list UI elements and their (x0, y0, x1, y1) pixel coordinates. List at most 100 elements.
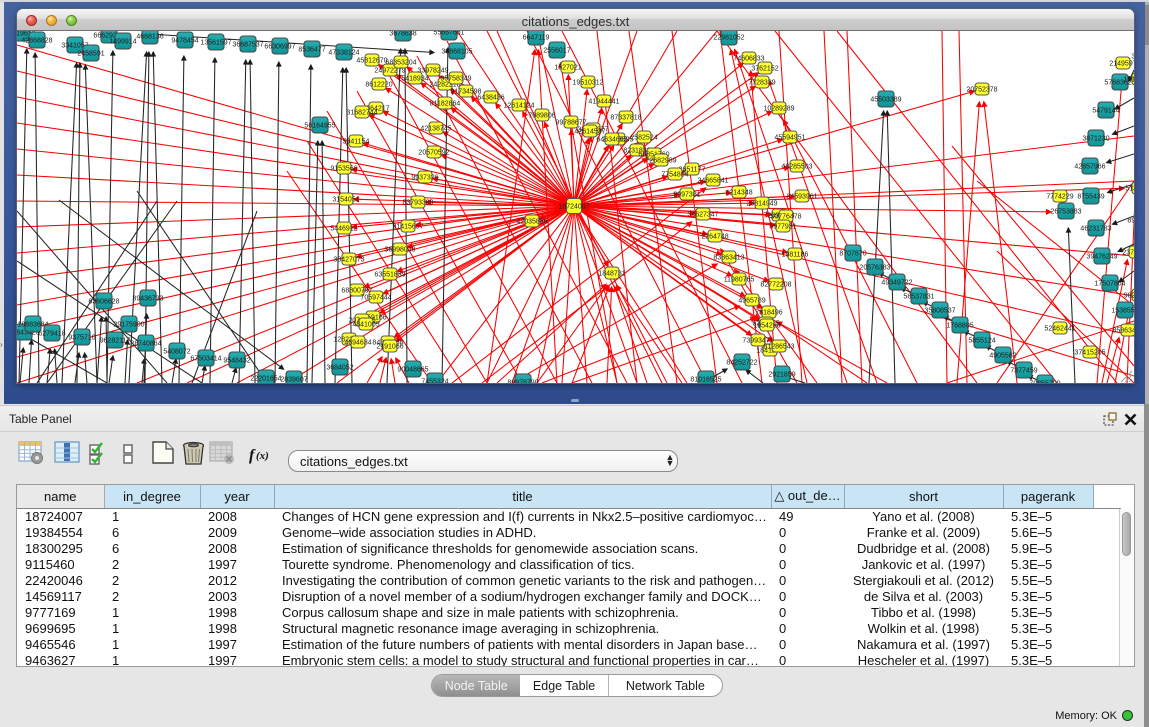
svg-text:35808537: 35808537 (924, 308, 955, 315)
svg-text:13561597: 13561597 (200, 40, 231, 47)
svg-text:2458591: 2458591 (77, 51, 104, 58)
svg-text:28814949: 28814949 (746, 201, 777, 208)
svg-text:24972279: 24972279 (374, 68, 405, 75)
svg-text:45594951: 45594951 (774, 135, 805, 142)
svg-text:10289289: 10289289 (763, 106, 794, 113)
svg-text:82772208: 82772208 (760, 282, 791, 289)
svg-text:68800797: 68800797 (341, 288, 372, 295)
svg-text:56164955: 56164955 (304, 123, 335, 130)
svg-text:5408072: 5408072 (163, 349, 190, 356)
svg-text:19121552: 19121552 (1123, 77, 1134, 84)
svg-text:41944441: 41944441 (588, 99, 619, 106)
svg-text:4841005: 4841005 (352, 322, 379, 329)
svg-text:4965789: 4965789 (738, 298, 765, 305)
svg-text:83863413: 83863413 (713, 255, 744, 262)
svg-text:9153566: 9153566 (330, 166, 357, 173)
svg-text:4214348: 4214348 (725, 190, 752, 197)
svg-text:31831063: 31831063 (1131, 54, 1134, 61)
svg-text:5977931: 5977931 (769, 224, 796, 231)
svg-text:49349722: 49349722 (881, 280, 912, 287)
svg-text:33978249: 33978249 (417, 68, 448, 75)
svg-text:3154051: 3154051 (332, 197, 359, 204)
svg-text:22201654: 22201654 (250, 376, 281, 383)
svg-text:70855700: 70855700 (1029, 381, 1060, 384)
svg-text:7774229: 7774229 (1046, 194, 1073, 201)
svg-text:42857966: 42857966 (1074, 164, 1105, 171)
svg-text:30776478: 30776478 (770, 214, 801, 221)
svg-text:42138745: 42138745 (420, 126, 451, 133)
svg-text:20576383: 20576383 (859, 265, 890, 272)
svg-text:42035886: 42035886 (516, 219, 547, 226)
svg-text:30868105: 30868105 (441, 49, 472, 56)
svg-text:34627347: 34627347 (687, 212, 718, 219)
svg-text:84593961: 84593961 (786, 194, 817, 201)
svg-text:20570592: 20570592 (418, 150, 449, 157)
svg-text:6647119: 6647119 (523, 35, 550, 42)
svg-text:55667651: 55667651 (433, 31, 464, 37)
svg-text:2582524: 2582524 (630, 135, 657, 142)
svg-text:17507864: 17507864 (1094, 281, 1125, 288)
svg-text:18724007: 18724007 (558, 204, 589, 211)
svg-text:84252722: 84252722 (726, 360, 757, 367)
svg-text:67503414: 67503414 (190, 356, 221, 363)
svg-text:24665841: 24665841 (697, 178, 728, 185)
svg-text:7728339: 7728339 (748, 80, 775, 87)
svg-text:1981186: 1981186 (782, 252, 809, 259)
svg-text:5446912: 5446912 (330, 226, 357, 233)
svg-text:38427073: 38427073 (333, 257, 364, 264)
svg-text:45503389: 45503389 (870, 97, 901, 104)
svg-text:1527021: 1527021 (554, 65, 581, 72)
svg-text:7089806: 7089806 (528, 113, 555, 120)
svg-text:81016525: 81016525 (690, 377, 721, 384)
svg-text:1499914: 1499914 (109, 39, 136, 46)
svg-text:74606833: 74606833 (733, 56, 764, 63)
svg-text:2375453: 2375453 (1122, 250, 1134, 257)
svg-text:2264748: 2264748 (701, 234, 728, 241)
svg-text:91415657: 91415657 (392, 224, 423, 231)
svg-text:9548432: 9548432 (223, 358, 250, 365)
svg-text:81286543: 81286543 (763, 344, 794, 351)
svg-text:9375710: 9375710 (68, 335, 95, 342)
svg-text:8536477: 8536477 (298, 47, 325, 54)
svg-text:63551839: 63551839 (374, 272, 405, 279)
svg-text:5418934: 5418934 (401, 76, 428, 83)
svg-text:11980765: 11980765 (724, 277, 755, 284)
svg-text:89978790: 89978790 (507, 380, 538, 384)
svg-text:5479144: 5479144 (1092, 108, 1119, 115)
svg-text:46231783: 46231783 (1080, 226, 1111, 233)
svg-text:36687537: 36687537 (232, 42, 263, 49)
svg-text:89795010: 89795010 (1127, 218, 1134, 225)
svg-text:63606628: 63606628 (88, 299, 119, 306)
svg-text:96282117: 96282117 (100, 338, 131, 345)
svg-text:3871230: 3871230 (1082, 136, 1109, 143)
svg-text:f: f (249, 447, 256, 464)
svg-text:83793389: 83793389 (402, 200, 433, 207)
svg-text:1538552: 1538552 (1111, 308, 1134, 315)
svg-text:9937326: 9937326 (411, 175, 438, 182)
svg-text:8612220: 8612220 (365, 82, 392, 89)
svg-text:42614537: 42614537 (574, 129, 605, 136)
svg-text:7818496: 7818496 (755, 310, 782, 317)
svg-text:4694634: 4694634 (344, 340, 371, 347)
svg-text:3678638: 3678638 (389, 31, 416, 38)
svg-text:3684052: 3684052 (326, 365, 353, 372)
svg-text:31682744: 31682744 (346, 110, 377, 117)
svg-text:1768805: 1768805 (946, 323, 973, 330)
svg-text:39476249: 39476249 (1086, 254, 1117, 261)
svg-text:2556017: 2556017 (543, 48, 570, 55)
svg-text:3762152: 3762152 (751, 66, 778, 73)
svg-text:87337818: 87337818 (610, 115, 641, 122)
svg-text:81182864: 81182864 (430, 101, 461, 108)
svg-text:1848731: 1848731 (598, 271, 625, 278)
svg-text:19510312: 19510312 (572, 80, 603, 87)
svg-text:42868828: 42868828 (21, 38, 52, 45)
svg-text:8755439: 8755439 (1077, 194, 1104, 201)
svg-text:58537831: 58537831 (903, 294, 934, 301)
svg-text:26753883: 26753883 (1050, 209, 1081, 216)
svg-text:2921859: 2921859 (768, 372, 795, 379)
svg-text:5130808: 5130808 (1125, 186, 1134, 193)
svg-text:5041154: 5041154 (343, 139, 370, 146)
svg-text:2839607: 2839607 (280, 377, 307, 384)
svg-text:22981052: 22981052 (713, 35, 744, 42)
svg-text:29175900: 29175900 (113, 322, 144, 329)
